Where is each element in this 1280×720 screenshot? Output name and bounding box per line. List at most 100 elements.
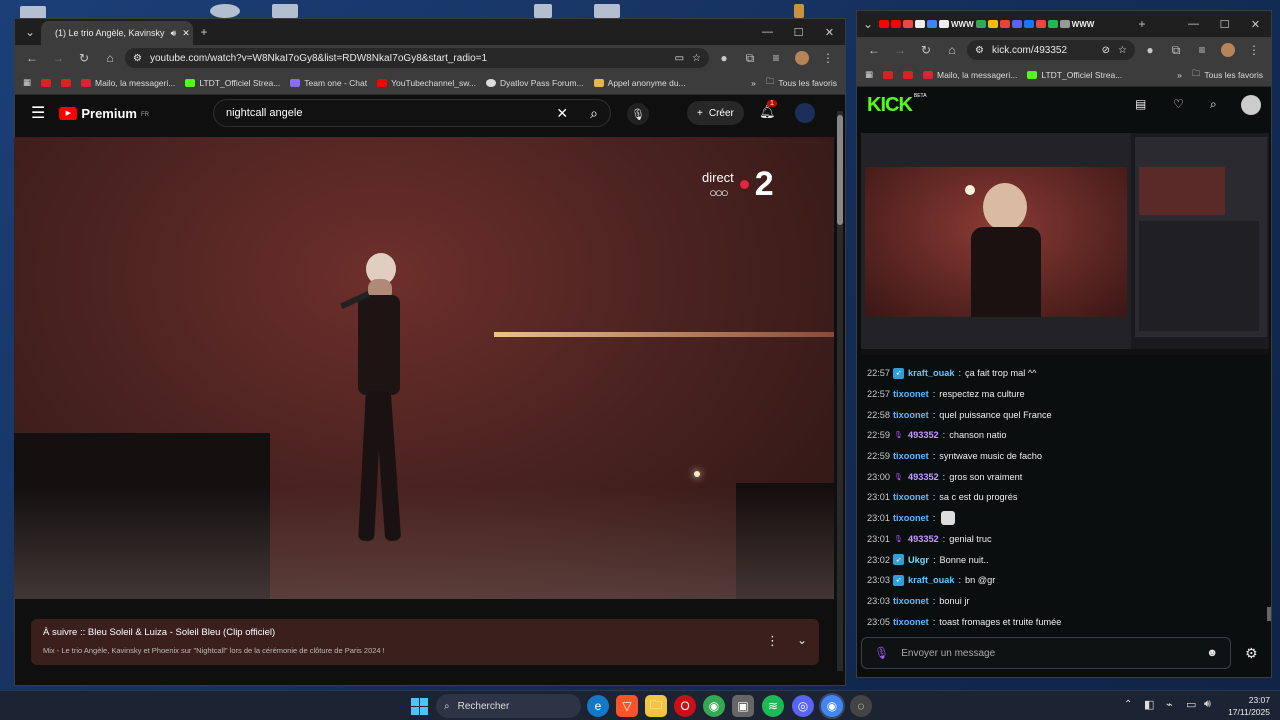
following-icon[interactable]: ▤ [1135, 97, 1146, 111]
youtube-bookmark-icon[interactable] [903, 70, 914, 79]
create-button[interactable]: + Créer [687, 101, 744, 125]
volume-icon[interactable]: 🔊︎ [1204, 698, 1211, 711]
page-scrollbar[interactable] [837, 111, 843, 671]
bookmark-item[interactable]: Dyatlov Pass Forum... [486, 78, 584, 88]
bookmark-item[interactable]: YouTubechannel_sw... [377, 78, 476, 88]
account-avatar[interactable] [795, 103, 815, 123]
all-favorites-folder[interactable]: 🗀 Tous les favoris [766, 76, 837, 90]
app-icon[interactable]: ▣ [732, 695, 754, 717]
close-window-icon[interactable]: ✕ [1240, 11, 1271, 37]
youtube-bookmark-icon[interactable] [61, 78, 72, 87]
chat-username[interactable]: tixoonet [893, 451, 929, 461]
brave-icon[interactable]: ▽ [616, 695, 638, 717]
chrome-active-icon[interactable]: ◉ [821, 695, 843, 717]
minimize-icon[interactable]: — [1178, 11, 1209, 37]
tray-app-icon[interactable]: ◧ [1144, 698, 1154, 711]
close-window-icon[interactable]: ✕ [814, 19, 845, 45]
chat-username[interactable]: tixoonet [893, 617, 929, 627]
more-options-icon[interactable]: ⋮ [766, 633, 779, 649]
desktop-icon[interactable] [272, 4, 298, 18]
bookmark-item[interactable]: LTDT_Officiel Strea... [1027, 70, 1122, 80]
clock[interactable]: 23:07 17/11/2025 [1224, 694, 1270, 718]
address-bar[interactable]: ⚙ youtube.com/watch?v=W8NkaI7oGy8&list=R… [125, 48, 709, 68]
scrollbar-thumb[interactable] [837, 115, 843, 225]
opera-icon[interactable]: O [674, 695, 696, 717]
chat-scrollbar[interactable] [1267, 607, 1271, 621]
desktop-icon[interactable] [210, 4, 240, 18]
search-icon[interactable]: ⌕ [1210, 97, 1217, 112]
audio-icon[interactable]: 🔊︎ [171, 28, 177, 39]
menu-icon[interactable]: ⋮ [817, 47, 839, 69]
hamburger-menu-icon[interactable]: ☰ [31, 103, 45, 123]
video-player[interactable]: direct ○○○ 2 [14, 137, 834, 599]
chat-username[interactable]: tixoonet [893, 596, 929, 606]
taskbar-search[interactable]: ⌕ Rechercher [436, 694, 581, 718]
bookmark-item[interactable]: LTDT_Officiel Strea... [185, 78, 280, 88]
extension-icon[interactable]: ● [713, 47, 735, 69]
apps-icon[interactable]: ▦ [23, 77, 31, 88]
desktop-icon[interactable] [534, 4, 552, 18]
reload-icon[interactable]: ↻ [915, 39, 937, 61]
bookmark-item[interactable]: Mailo, la messageri... [923, 70, 1017, 80]
close-tab-icon[interactable]: ✕ [182, 28, 190, 39]
chat-username[interactable]: tixoonet [893, 513, 929, 523]
cast-icon[interactable]: ▭ [675, 53, 684, 64]
tab-search-icon[interactable]: ⌄ [19, 21, 41, 43]
pinned-tabs[interactable]: WWW WWW [879, 11, 1111, 37]
more-bookmarks-icon[interactable]: » [1177, 70, 1182, 80]
user-avatar[interactable] [1241, 95, 1261, 115]
forward-icon[interactable]: → [47, 47, 69, 69]
chat-username[interactable]: 493352 [908, 430, 939, 440]
bookmark-item[interactable]: Mailo, la messageri... [81, 78, 175, 88]
forward-icon[interactable]: → [889, 39, 911, 61]
site-info-icon[interactable]: ⚙ [975, 45, 984, 56]
stream-player[interactable] [861, 133, 1269, 355]
profile-avatar-icon[interactable] [1217, 39, 1239, 61]
apps-icon[interactable]: ▦ [865, 69, 873, 80]
profile-avatar-icon[interactable] [791, 47, 813, 69]
chat-username[interactable]: Ukgr [908, 555, 929, 565]
tab-search-icon[interactable]: ⌄ [857, 13, 879, 35]
chat-username[interactable]: kraft_ouak [908, 368, 954, 378]
clear-search-icon[interactable]: ✕ [556, 105, 568, 122]
bookmark-item[interactable]: Appel anonyme du... [593, 78, 686, 88]
emoji-icon[interactable]: ☻ [1206, 647, 1218, 659]
edge-icon[interactable]: e [587, 695, 609, 717]
microphone-icon[interactable]: 🎙︎ [627, 103, 649, 125]
chrome-icon[interactable]: ◉ [703, 695, 725, 717]
all-favorites-folder[interactable]: 🗀 Tous les favoris [1192, 68, 1263, 82]
desktop-icon[interactable] [794, 4, 804, 18]
chat-username[interactable]: tixoonet [893, 389, 929, 399]
bookmark-star-icon[interactable]: ☆ [692, 53, 701, 64]
chat-username[interactable]: 493352 [908, 472, 939, 482]
chat-username[interactable]: kraft_ouak [908, 575, 954, 585]
reload-icon[interactable]: ↻ [73, 47, 95, 69]
back-icon[interactable]: ← [863, 39, 885, 61]
maximize-icon[interactable]: ☐ [1209, 11, 1240, 37]
tab-youtube[interactable]: (1) Le trio Angèle, Kavinsky 🔊︎ ✕ [41, 21, 193, 45]
youtube-logo[interactable]: ▶ Premium FR [59, 106, 149, 121]
discord-icon[interactable]: ◎ [792, 695, 814, 717]
bookmark-item[interactable]: Team one - Chat [290, 78, 367, 88]
next-up-card[interactable]: À suivre :: Bleu Soleil & Luiza - Soleil… [31, 619, 819, 665]
file-explorer-icon[interactable]: 🗀 [645, 695, 667, 717]
maximize-icon[interactable]: ☐ [783, 19, 814, 45]
address-bar[interactable]: ⚙ kick.com/493352 ⊘ ☆ [967, 40, 1135, 60]
menu-icon[interactable]: ⋮ [1243, 39, 1265, 61]
back-icon[interactable]: ← [21, 47, 43, 69]
home-icon[interactable]: ⌂ [941, 39, 963, 61]
extension-icon[interactable]: ● [1139, 39, 1161, 61]
chat-settings-gear-icon[interactable]: ⚙ [1245, 645, 1258, 662]
kick-logo[interactable]: KICK [867, 94, 913, 117]
eye-off-icon[interactable]: ⊘ [1102, 45, 1110, 56]
media-icon[interactable]: ≡ [1191, 39, 1213, 61]
media-icon[interactable]: ≡ [765, 47, 787, 69]
network-icon[interactable]: ▭ [1186, 698, 1196, 711]
chat-input[interactable]: 🎙︎ Envoyer un message ☻ [861, 637, 1231, 669]
youtube-bookmark-icon[interactable] [883, 70, 894, 79]
more-bookmarks-icon[interactable]: » [751, 78, 756, 88]
home-icon[interactable]: ⌂ [99, 47, 121, 69]
chat-username[interactable]: tixoonet [893, 492, 929, 502]
tray-expand-icon[interactable]: ⌃ [1124, 699, 1132, 710]
new-tab-icon[interactable]: + [193, 21, 215, 43]
